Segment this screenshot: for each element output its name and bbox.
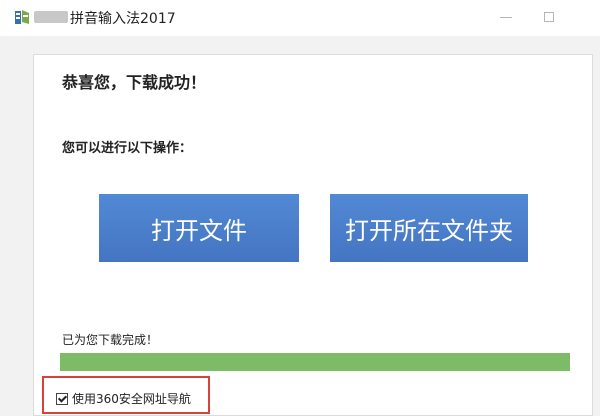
- title-bar: 拼音输入法2017: [0, 0, 600, 36]
- installer-icon: [14, 8, 30, 26]
- open-folder-button[interactable]: 打开所在文件夹: [330, 194, 528, 262]
- minimize-button[interactable]: [495, 6, 517, 28]
- download-progress-bar: [60, 353, 570, 371]
- open-file-button[interactable]: 打开文件: [99, 194, 299, 262]
- success-heading: 恭喜您，下载成功！: [62, 73, 207, 92]
- download-status-text: 已为您下载完成！: [62, 333, 159, 347]
- actions-subheading: 您可以进行以下操作：: [62, 141, 193, 156]
- minimize-icon: [500, 16, 512, 18]
- download-progress-fill: [60, 353, 570, 371]
- installer-window: 拼音输入法2017 恭喜您，下载成功！ 您可以进行以下操作： 打开文件 打开所在…: [0, 0, 600, 416]
- window-title: 拼音输入法2017: [70, 11, 176, 27]
- blurred-app-name: [34, 11, 68, 23]
- maximize-button[interactable]: [538, 6, 560, 28]
- nav-option-label: 使用360安全网址导航: [72, 392, 191, 406]
- nav-option-checkbox-row[interactable]: 使用360安全网址导航: [56, 390, 191, 407]
- maximize-icon: [544, 12, 554, 22]
- checkbox-checked-icon[interactable]: [56, 392, 68, 405]
- content-panel: 恭喜您，下载成功！ 您可以进行以下操作： 打开文件 打开所在文件夹 已为您下载完…: [33, 54, 593, 416]
